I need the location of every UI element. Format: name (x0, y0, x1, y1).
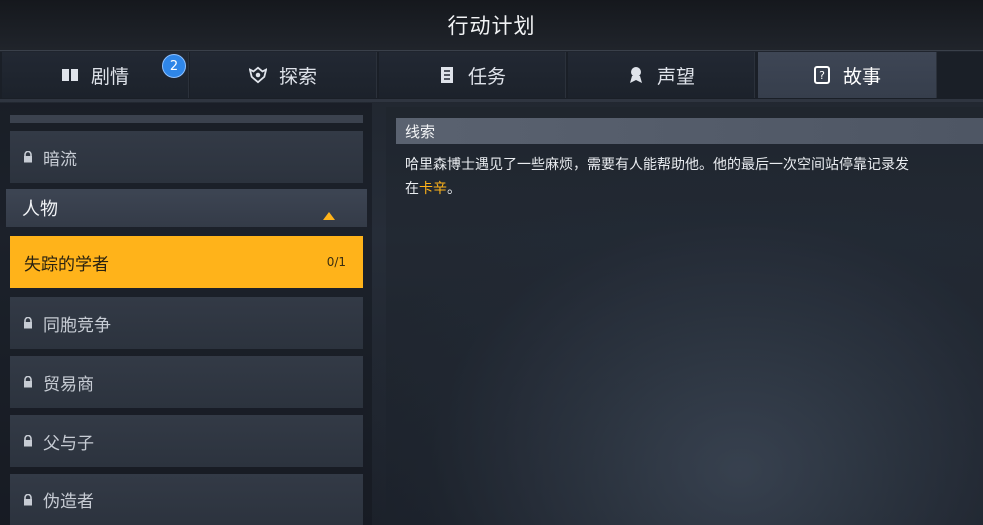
lock-icon (23, 151, 33, 163)
list-item-locked[interactable]: 贸易商 (10, 356, 363, 408)
tab-label: 故事 (842, 65, 881, 88)
list-item-locked[interactable]: 暗流 (10, 131, 363, 183)
clue-line: 在卡辛。 (405, 177, 983, 201)
emblem-icon (248, 66, 267, 84)
clue-text: 哈里森博士遇见了一些麻烦，需要有人能帮助他。他的最后一次空间站停靠记录发 在卡辛… (405, 153, 983, 201)
tab-label: 探索 (278, 65, 317, 88)
clue-line: 哈里森博士遇见了一些麻烦，需要有人能帮助他。他的最后一次空间站停靠记录发 (405, 157, 909, 173)
list-item-label: 失踪的学者 (24, 254, 109, 275)
list-item-locked[interactable]: 同胞竞争 (10, 297, 363, 349)
svg-text:?: ? (819, 69, 825, 82)
location-highlight[interactable]: 卡辛 (419, 181, 447, 197)
list-item-label: 贸易商 (43, 374, 94, 395)
list-item-locked[interactable]: 父与子 (10, 415, 363, 467)
book-icon (61, 66, 79, 84)
clue-text-part: 在 (405, 181, 419, 197)
question-book-icon: ? (813, 66, 831, 84)
lock-icon (23, 317, 33, 329)
tab-missions[interactable]: 任务 (379, 52, 566, 98)
document-icon (438, 66, 456, 84)
page-title: 行动计划 (447, 14, 536, 38)
tab-reputation[interactable]: 声望 (568, 52, 755, 98)
title-bar: 行动计划 (0, 0, 983, 51)
caret-up-icon (323, 204, 335, 225)
lock-icon (23, 493, 33, 506)
list-item-locked[interactable]: 伪造者 (10, 474, 363, 525)
list-scroll-edge (10, 115, 363, 123)
tab-bar: 剧情 探索 任务 声望 ? 故事 (0, 52, 983, 99)
tab-story[interactable]: ? 故事 (758, 52, 937, 98)
list-item-selected[interactable]: 失踪的学者 0/1 (10, 236, 363, 288)
category-header-characters[interactable]: 人物 (6, 189, 367, 227)
tab-plot[interactable]: 剧情 (2, 52, 189, 98)
section-title: 线索 (405, 122, 436, 141)
divider (0, 99, 983, 102)
clue-text-part: 。 (447, 181, 461, 197)
list-item-label: 暗流 (43, 149, 77, 170)
lock-icon (23, 435, 33, 447)
notification-badge: 2 (162, 54, 186, 78)
tab-explore[interactable]: 探索 (190, 52, 377, 98)
progress-count: 0/1 (326, 255, 346, 269)
section-header-clues: 线索 (396, 118, 983, 144)
category-label: 人物 (22, 199, 58, 220)
tab-label: 剧情 (90, 65, 129, 88)
list-item-label: 同胞竞争 (43, 315, 111, 336)
tab-label: 声望 (656, 65, 695, 88)
medal-icon (627, 66, 645, 84)
list-item-label: 伪造者 (43, 492, 94, 512)
lock-icon (23, 376, 33, 388)
tab-label: 任务 (467, 65, 506, 88)
list-item-label: 父与子 (43, 433, 94, 454)
